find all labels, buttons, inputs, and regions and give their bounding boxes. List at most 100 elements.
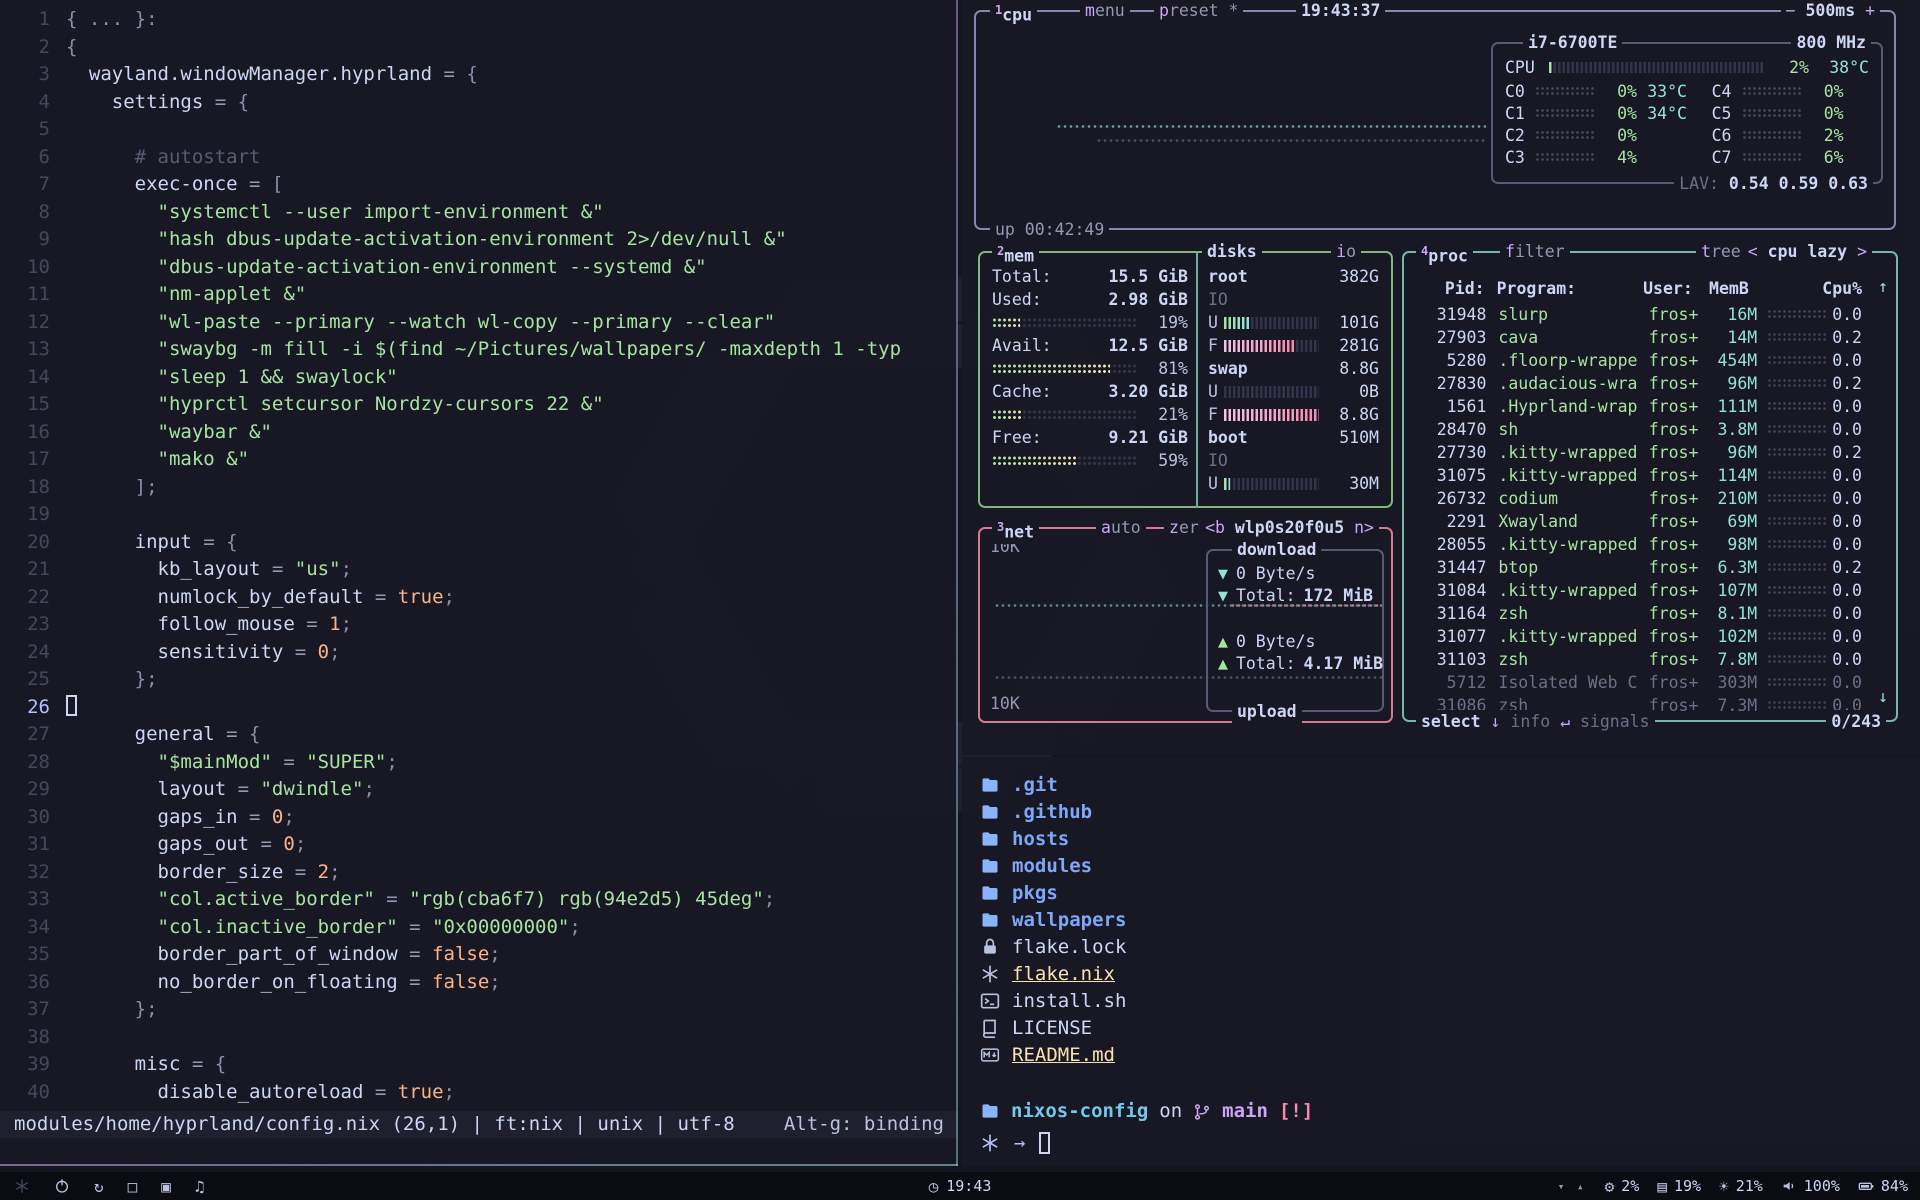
process-row[interactable]: 27730.kitty-wrappedfros+96M0.2 [1416, 441, 1884, 464]
scroll-down-icon[interactable]: ↓ [1878, 687, 1888, 706]
header-cpu[interactable]: Cpu% [1822, 277, 1884, 300]
line-number: 26 [0, 694, 50, 722]
code-line: 35 border_part_of_window = false; [0, 941, 958, 969]
core-row: C00%33°C [1505, 80, 1712, 102]
waybar-module-chip[interactable]: ▤19% [1657, 1177, 1701, 1196]
header-pid[interactable]: Pid: [1416, 277, 1485, 300]
shell-prompt-input-line[interactable]: → [980, 1129, 1050, 1156]
terminal-window[interactable]: .git.githubhostsmodulespkgswallpapersfla… [962, 757, 1920, 1166]
file-entry: README.md [980, 1041, 1126, 1068]
disks-title[interactable]: disks [1202, 240, 1262, 263]
code-token: = [409, 916, 432, 938]
process-mem: 7.3M [1704, 694, 1757, 717]
disk-header-row: boot510M [1208, 426, 1379, 449]
core-name: C3 [1505, 148, 1535, 167]
process-row[interactable]: 31077.kitty-wrappedfros+102M0.0 [1416, 625, 1884, 648]
code-token: = [409, 943, 432, 965]
screenshot-icon[interactable]: □ [128, 1177, 138, 1196]
process-mem: 303M [1704, 671, 1757, 694]
disk-bar-value: 101G [1327, 311, 1379, 334]
process-row[interactable]: 2291Xwaylandfros+69M0.0 [1416, 510, 1884, 533]
waybar-module-battery[interactable]: 84% [1858, 1177, 1908, 1195]
code-line: 19 [0, 501, 958, 529]
filter-button[interactable]: filter [1500, 240, 1570, 263]
header-user[interactable]: User: [1643, 277, 1697, 300]
file-name: .git [1012, 774, 1058, 796]
process-pid: 28055 [1416, 533, 1486, 556]
process-row[interactable]: 31084.kitty-wrappedfros+107M0.0 [1416, 579, 1884, 602]
editor-window[interactable]: 1{ ... }:2{3 wayland.windowManager.hyprl… [0, 0, 958, 1166]
waybar-module-sun[interactable]: ☀21% [1719, 1177, 1763, 1196]
io-mode-toggle[interactable]: io [1331, 240, 1361, 263]
nix-icon[interactable] [14, 1178, 30, 1194]
preset-button[interactable]: preset * [1154, 0, 1243, 22]
process-name: .kitty-wrapped [1498, 533, 1648, 556]
waybar-module-gear[interactable]: ⚙2% [1605, 1177, 1640, 1196]
cpu-box-title[interactable]: 1cpu [990, 0, 1037, 27]
code-text: follow_mouse = 1; [66, 611, 352, 639]
process-row[interactable]: 27903cavafros+14M0.2 [1416, 326, 1884, 349]
waybar-clock-module[interactable]: ◷ 19:43 [929, 1177, 992, 1196]
code-token: general [66, 723, 226, 745]
process-row[interactable]: 31447btopfros+6.3M0.2 [1416, 556, 1884, 579]
code-line: 10 "dbus-update-activation-environment -… [0, 254, 958, 282]
core-pct: 0% [1810, 104, 1844, 123]
process-row[interactable]: 1561.Hyprland-wrapfros+111M0.0 [1416, 395, 1884, 418]
process-row[interactable]: 27830.audacious-wrafros+96M0.2 [1416, 372, 1884, 395]
line-number: 34 [0, 914, 50, 942]
statusline-key-hint: Alt-g: binding [784, 1111, 944, 1138]
process-row[interactable]: 31075.kitty-wrappedfros+114M0.0 [1416, 464, 1884, 487]
mem-stat-value: 9.21 GiB [1068, 426, 1188, 449]
process-name: .kitty-wrapped [1498, 441, 1648, 464]
process-row[interactable]: 31103zshfros+7.8M0.0 [1416, 648, 1884, 671]
btop-window[interactable]: 1cpu menu preset * 19:43:37 − 500ms + i7… [962, 0, 1920, 755]
scroll-up-icon[interactable]: ↑ [1878, 277, 1888, 296]
update-interval-control[interactable]: − 500ms + [1781, 0, 1880, 22]
net-device-selector[interactable]: <b wlp0s20f0u5 n> [1200, 516, 1379, 539]
code-line: 6 # autostart [0, 144, 958, 172]
process-cpu-graph [1767, 424, 1826, 435]
power-icon[interactable] [54, 1178, 70, 1194]
process-row[interactable]: 26732codiumfros+210M0.0 [1416, 487, 1884, 510]
code-line: 30 gaps_in = 0; [0, 804, 958, 832]
process-user: fros+ [1649, 694, 1704, 717]
process-row[interactable]: 31164zshfros+8.1M0.0 [1416, 602, 1884, 625]
process-row[interactable]: 31948slurpfros+16M0.0 [1416, 303, 1884, 326]
btop-clock: 19:43:37 [1296, 0, 1385, 22]
window-icon[interactable]: ▣ [161, 1177, 171, 1196]
sort-selector[interactable]: < cpu lazy > [1743, 240, 1872, 263]
process-row[interactable]: 28470shfros+3.8M0.0 [1416, 418, 1884, 441]
process-user: fros+ [1649, 625, 1704, 648]
terminal-cursor[interactable] [1039, 1132, 1050, 1154]
process-mem: 454M [1704, 349, 1757, 372]
waybar-module-speaker[interactable]: 100% [1781, 1177, 1840, 1195]
music-icon[interactable]: ♫ [195, 1177, 205, 1196]
net-auto-toggle[interactable]: auto [1096, 516, 1146, 539]
process-table-header: Pid: Program: User: MemB Cpu% [1416, 277, 1884, 300]
tray-icons[interactable]: ▾ ▴ [1558, 1180, 1587, 1193]
process-row[interactable]: 5712Isolated Web Cfros+303M0.0 [1416, 671, 1884, 694]
code-line: 37 }; [0, 996, 958, 1024]
code-text: "sleep 1 && swaylock" [66, 364, 398, 392]
menu-button[interactable]: menu [1080, 0, 1130, 22]
restart-icon[interactable]: ↻ [94, 1177, 104, 1196]
header-program[interactable]: Program: [1497, 277, 1643, 300]
waybar: ↻ □ ▣ ♫ ◷ 19:43 ▾ ▴ ⚙2% ▤19% ☀21% 100% 84% [0, 1172, 1920, 1200]
process-row[interactable]: 5280.floorp-wrappefros+454M0.0 [1416, 349, 1884, 372]
code-token: true [398, 586, 444, 608]
header-mem[interactable]: MemB [1697, 277, 1749, 300]
net-box-title[interactable]: 3net [992, 516, 1039, 544]
process-cpu-graph [1767, 631, 1826, 642]
process-row[interactable]: 28055.kitty-wrappedfros+98M0.0 [1416, 533, 1884, 556]
core-usage-meter [1742, 86, 1802, 96]
proc-footer-keys[interactable]: select ↓ info ↵ signals [1416, 710, 1655, 733]
mem-box-title[interactable]: 2mem [992, 240, 1039, 268]
tree-toggle[interactable]: tree [1696, 240, 1746, 263]
core-name: C4 [1712, 82, 1742, 101]
core-row: C76% [1712, 146, 1869, 168]
code-text: "waybar &" [66, 419, 272, 447]
code-line: 29 layout = "dwindle"; [0, 776, 958, 804]
proc-box-title[interactable]: 4proc [1416, 240, 1473, 268]
code-text: "wl-paste --primary --watch wl-copy --pr… [66, 309, 775, 337]
code-area[interactable]: 1{ ... }:2{3 wayland.windowManager.hyprl… [0, 0, 958, 1106]
